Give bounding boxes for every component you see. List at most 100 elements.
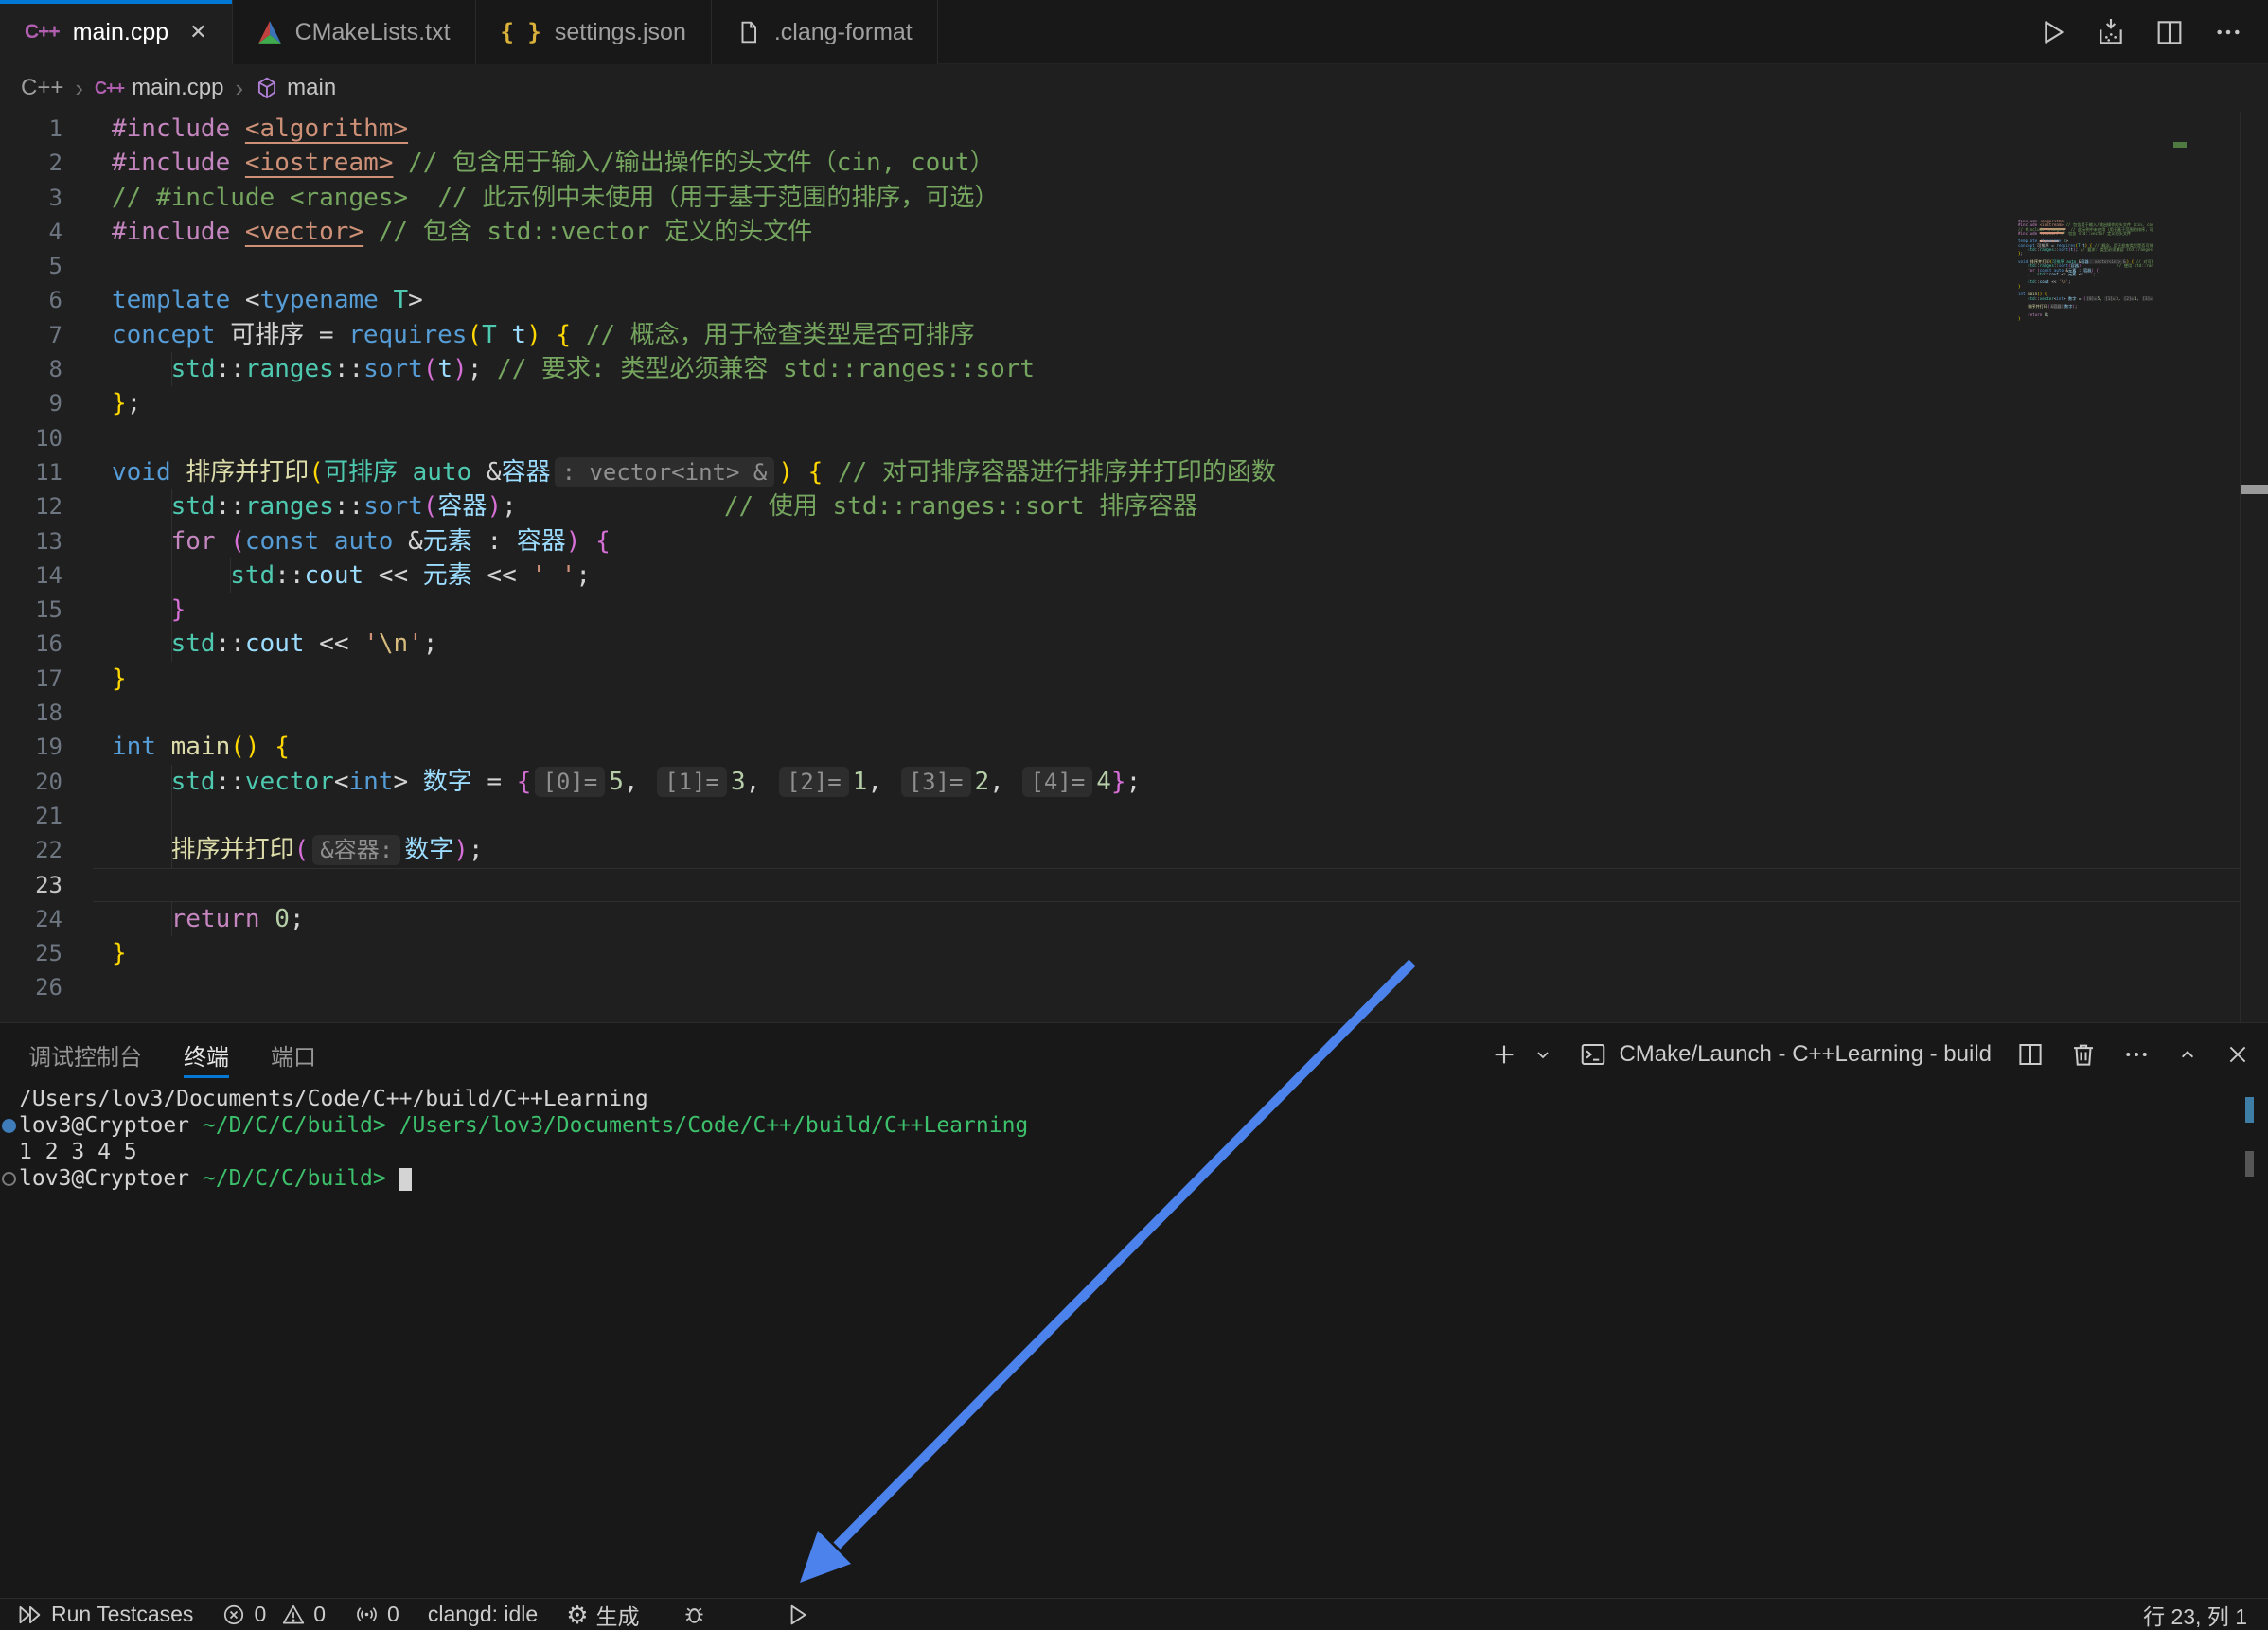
import-testcases-icon[interactable] — [2096, 17, 2126, 47]
tab-debug-console[interactable]: 调试控制台 — [28, 1023, 142, 1086]
code-text: 排序并打印(&容器:数字); — [112, 833, 484, 867]
code-line[interactable]: 1#include <algorithm> — [0, 112, 2268, 146]
code-text: concept 可排序 = requires(T t) { // 概念，用于检查… — [112, 318, 975, 352]
code-line[interactable]: 5 — [0, 249, 2268, 283]
line-number[interactable]: 6 — [0, 283, 62, 317]
terminal-session-label: CMake/Launch - C++Learning - build — [1619, 1041, 1992, 1068]
code-text: std::vector<int> 数字 = {[0]=5, [1]=3, [2]… — [112, 765, 1141, 799]
code-line[interactable]: 21 — [0, 799, 2268, 833]
terminal-session[interactable]: CMake/Launch - C++Learning - build — [1579, 1040, 1992, 1069]
chevron-down-icon[interactable] — [1532, 1043, 1554, 1066]
maximize-panel-icon[interactable] — [2175, 1042, 2200, 1067]
editor-actions — [2037, 0, 2243, 64]
line-number[interactable]: 24 — [0, 902, 62, 936]
code-line[interactable]: 3// #include <ranges> // 此示例中未使用（用于基于范围的… — [0, 181, 2268, 215]
code-line[interactable]: 26 — [0, 970, 2268, 1004]
code-line[interactable]: 18 — [0, 696, 2268, 730]
close-icon[interactable]: ✕ — [189, 20, 206, 44]
breadcrumb-symbol[interactable]: main — [255, 75, 336, 101]
line-number[interactable]: 12 — [0, 489, 62, 523]
line-number[interactable]: 23 — [0, 868, 62, 902]
code-line[interactable]: 14 std::cout << 元素 << ' '; — [0, 558, 2268, 593]
code-editor[interactable]: 1#include <algorithm>2#include <iostream… — [0, 112, 2268, 1022]
cmake-build-button[interactable]: ⚙ 生成 — [566, 1599, 639, 1630]
code-line[interactable]: 2#include <iostream> // 包含用于输入/输出操作的头文件（… — [0, 146, 2268, 180]
line-number[interactable]: 10 — [0, 421, 62, 455]
code-line[interactable]: 7 concept 可排序 = requires(T t) { // 概念，用于检… — [0, 318, 2268, 352]
code-line[interactable]: 10 — [0, 421, 2268, 455]
terminal-output[interactable]: /Users/lov3/Documents/Code/C++/build/C++… — [0, 1086, 2268, 1192]
breadcrumb-file[interactable]: C++ main.cpp — [95, 75, 223, 101]
code-line[interactable]: 11void 排序并打印(可排序 auto &容器: vector<int> &… — [0, 455, 2268, 489]
tab-label: main.cpp — [73, 19, 168, 46]
code-line[interactable]: 20 std::vector<int> 数字 = {[0]=5, [1]=3, … — [0, 765, 2268, 799]
code-line[interactable]: 19int main() { — [0, 730, 2268, 764]
code-text: std::ranges::sort(t); // 要求: 类型必须兼容 std:… — [112, 352, 1035, 386]
code-line[interactable]: 4#include <vector> // 包含 std::vector 定义的… — [0, 215, 2268, 249]
line-number[interactable]: 17 — [0, 662, 62, 696]
line-number[interactable]: 25 — [0, 936, 62, 970]
run-icon[interactable] — [2037, 17, 2067, 47]
new-terminal-icon[interactable] — [1490, 1040, 1518, 1069]
tab-ports[interactable]: 端口 — [271, 1023, 316, 1086]
code-line[interactable]: 12 std::ranges::sort(容器); // 使用 std::ran… — [0, 489, 2268, 523]
split-editor-icon[interactable] — [2154, 17, 2185, 47]
line-number[interactable]: 19 — [0, 730, 62, 764]
line-number[interactable]: 4 — [0, 215, 62, 249]
line-number[interactable]: 22 — [0, 833, 62, 867]
kill-terminal-icon[interactable] — [2069, 1040, 2098, 1069]
more-actions-icon[interactable] — [2213, 17, 2243, 47]
minimap[interactable]: #include <algorithm>#include <iostream> … — [2018, 220, 2153, 331]
code-line[interactable]: 6template <typename T> — [0, 283, 2268, 317]
tab-clang-format[interactable]: .clang-format — [712, 0, 938, 64]
line-number[interactable]: 1 — [0, 112, 62, 146]
run-testcases-button[interactable]: Run Testcases — [17, 1602, 193, 1628]
problems-indicator[interactable]: 0 0 — [221, 1602, 326, 1627]
line-number[interactable]: 26 — [0, 970, 62, 1004]
code-line[interactable]: 9}; — [0, 386, 2268, 420]
breadcrumb-folder[interactable]: C++ — [21, 75, 63, 101]
tab-main-cpp[interactable]: C++ main.cpp ✕ — [0, 0, 233, 64]
line-number[interactable]: 7 — [0, 318, 62, 352]
panel-actions: CMake/Launch - C++Learning - build — [1490, 1023, 2251, 1086]
line-number[interactable]: 18 — [0, 696, 62, 730]
warning-icon — [281, 1603, 306, 1627]
close-panel-icon[interactable] — [2224, 1041, 2251, 1068]
run-file-button[interactable] — [785, 1602, 811, 1628]
scrollbar-thumb[interactable] — [2241, 485, 2268, 494]
line-number[interactable]: 3 — [0, 181, 62, 215]
code-line[interactable]: 13 for (const auto &元素 : 容器) { — [0, 524, 2268, 558]
code-line[interactable]: 25} — [0, 936, 2268, 970]
line-number[interactable]: 5 — [0, 249, 62, 283]
code-line[interactable]: 17} — [0, 662, 2268, 696]
code-line[interactable]: 15 } — [0, 593, 2268, 627]
indent-guide — [171, 489, 172, 523]
line-number[interactable]: 21 — [0, 799, 62, 833]
split-terminal-icon[interactable] — [2016, 1040, 2045, 1069]
line-number[interactable]: 16 — [0, 627, 62, 661]
code-line[interactable]: 8 std::ranges::sort(t); // 要求: 类型必须兼容 st… — [0, 352, 2268, 386]
cursor-position[interactable]: 行 23, 列 1 — [2143, 1599, 2247, 1630]
ports-indicator[interactable]: 0 — [354, 1602, 399, 1627]
debug-button[interactable] — [682, 1602, 707, 1627]
more-actions-icon[interactable] — [2122, 1040, 2151, 1069]
tab-settings-json[interactable]: { } settings.json — [476, 0, 712, 64]
code-line[interactable]: 22 排序并打印(&容器:数字); — [0, 833, 2268, 867]
line-number[interactable]: 20 — [0, 765, 62, 799]
code-line[interactable]: 23 — [0, 868, 2268, 902]
clangd-status[interactable]: clangd: idle — [428, 1602, 538, 1627]
line-number[interactable]: 9 — [0, 386, 62, 420]
indent-guide — [171, 902, 172, 936]
run-all-icon — [17, 1602, 44, 1628]
code-line[interactable]: 16 std::cout << '\n'; — [0, 627, 2268, 661]
line-number[interactable]: 13 — [0, 524, 62, 558]
line-number[interactable]: 14 — [0, 558, 62, 593]
indent-guide — [171, 558, 172, 593]
tab-terminal[interactable]: 终端 — [184, 1023, 229, 1086]
line-number[interactable]: 15 — [0, 593, 62, 627]
line-number[interactable]: 8 — [0, 352, 62, 386]
tab-cmakelists[interactable]: CMakeLists.txt — [233, 0, 476, 64]
code-line[interactable]: 24 return 0; — [0, 902, 2268, 936]
line-number[interactable]: 2 — [0, 146, 62, 180]
line-number[interactable]: 11 — [0, 455, 62, 489]
